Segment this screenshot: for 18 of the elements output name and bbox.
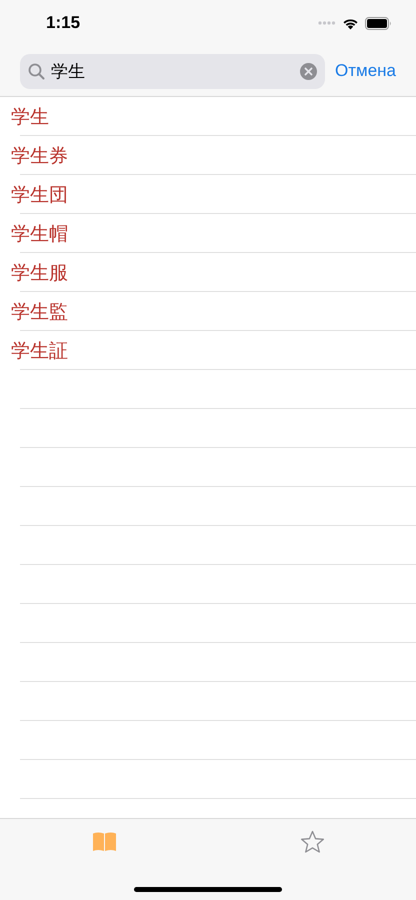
status-time: 1:15 <box>46 13 82 33</box>
result-item[interactable]: 学生 <box>0 104 49 130</box>
result-item[interactable]: 学生証 <box>0 338 68 364</box>
search-field[interactable]: 学生 <box>51 61 294 81</box>
cancel-button[interactable]: Отмена <box>335 61 396 81</box>
search-bar[interactable]: 学生 <box>20 54 325 88</box>
book-icon <box>92 832 116 852</box>
result-item[interactable]: 学生券 <box>0 142 68 168</box>
result-item[interactable]: 学生団 <box>0 182 68 208</box>
result-item[interactable]: 学生服 <box>0 260 68 286</box>
signal-icon <box>318 21 336 25</box>
star-icon <box>300 830 324 854</box>
clear-icon[interactable] <box>300 62 317 80</box>
battery-icon <box>365 16 392 30</box>
wifi-icon <box>342 16 359 30</box>
search-icon <box>28 62 45 80</box>
result-item[interactable]: 学生監 <box>0 298 68 324</box>
result-item[interactable]: 学生帽 <box>0 220 68 246</box>
